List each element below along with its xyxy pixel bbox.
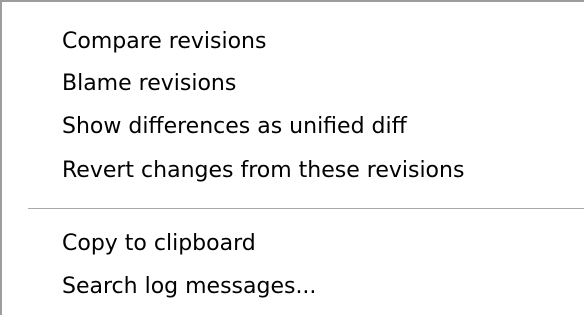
menu-separator: [28, 208, 584, 210]
menu-item-copy-to-clipboard[interactable]: Copy to clipboard: [2, 224, 584, 264]
menu-item-show-unified-diff[interactable]: Show differences as unified diff: [2, 107, 584, 147]
menu-item-compare-revisions[interactable]: Compare revisions: [2, 22, 584, 62]
menu-item-search-log-messages[interactable]: Search log messages...: [2, 267, 584, 307]
menu-item-revert-changes[interactable]: Revert changes from these revisions: [2, 151, 584, 191]
menu-item-blame-revisions[interactable]: Blame revisions: [2, 64, 584, 104]
context-menu: Compare revisions Blame revisions Show d…: [0, 0, 584, 315]
